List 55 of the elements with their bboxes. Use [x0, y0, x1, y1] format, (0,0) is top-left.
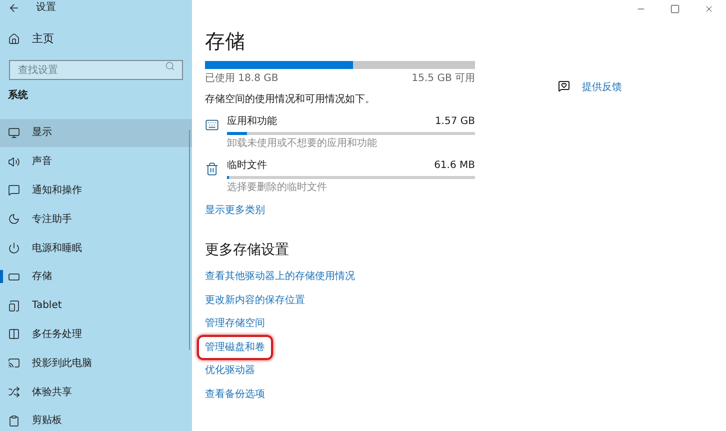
monitor-icon	[8, 126, 20, 139]
moon-icon	[8, 213, 20, 226]
show-more-link[interactable]: 显示更多类别	[205, 203, 488, 218]
nav-item[interactable]: 电源和睡眠	[0, 234, 192, 262]
search-field[interactable]: 查找设置	[9, 60, 183, 80]
back-icon[interactable]	[8, 2, 20, 14]
free-label: 15.5 GB 可用	[412, 72, 475, 86]
settings-link[interactable]: 管理存储空间	[205, 316, 265, 332]
feedback-icon	[558, 80, 570, 92]
clipboard-icon	[8, 414, 20, 427]
close-icon	[704, 4, 714, 14]
window-title: 设置	[36, 0, 56, 15]
category-hint: 卸载未使用或不想要的应用和功能	[227, 136, 378, 151]
nav-item[interactable]: Tablet	[0, 291, 192, 320]
category-size: 61.6 MB	[434, 159, 475, 173]
home-icon	[8, 33, 20, 46]
page-title: 存储	[205, 28, 246, 54]
nav-item[interactable]: 显示	[0, 118, 192, 148]
maximize-icon	[670, 4, 680, 14]
settings-link[interactable]: 查看备份选项	[205, 386, 265, 402]
settings-link[interactable]: 管理磁盘和卷	[197, 334, 273, 360]
description: 存储空间的使用情况和可用情况如下。	[205, 92, 376, 107]
speaker-icon	[8, 156, 20, 168]
used-label: 已使用 18.8 GB	[205, 72, 278, 86]
tablet-icon	[8, 300, 20, 312]
nav-item[interactable]: 专注助手	[0, 204, 192, 234]
rectangle-icon	[8, 270, 20, 283]
settings-link[interactable]: 查看其他驱动器上的存储使用情况	[205, 269, 355, 284]
settings-link[interactable]: 更改新内容的保存位置	[205, 292, 305, 308]
nav-item[interactable]: 剪贴板	[0, 406, 192, 431]
nav-item[interactable]: 存储	[0, 262, 192, 292]
category-size: 1.57 GB	[434, 115, 475, 129]
search-icon	[165, 60, 175, 70]
feedback-link[interactable]: 提供反馈	[582, 80, 622, 95]
shuffle-icon	[8, 386, 20, 398]
power-icon	[8, 242, 20, 254]
message-icon	[8, 184, 20, 196]
columns-icon	[8, 328, 20, 340]
category-item[interactable]: 临时文件 61.6 MB 选择要删除的临时文件	[205, 158, 475, 195]
section-heading: 系统	[7, 88, 29, 102]
nav-item[interactable]: 投影到此电脑	[0, 348, 192, 378]
cast-icon	[8, 357, 20, 370]
settings-link[interactable]: 优化驱动器	[205, 363, 255, 378]
trash-icon	[205, 162, 219, 176]
category-hint: 选择要删除的临时文件	[227, 180, 328, 195]
nav-item[interactable]: 通知和操作	[0, 176, 192, 205]
nav-item[interactable]: 多任务处理	[0, 320, 192, 349]
category-name: 应用和功能	[227, 114, 277, 129]
keyboard-icon	[205, 118, 219, 132]
nav-item[interactable]: 声音	[0, 147, 192, 176]
nav-item[interactable]: 体验共享	[0, 378, 192, 406]
category-item[interactable]: 应用和功能 1.57 GB 卸载未使用或不想要的应用和功能	[205, 114, 475, 151]
home-item[interactable]: 主页	[0, 31, 192, 48]
category-name: 临时文件	[227, 158, 267, 173]
section-heading: 更多存储设置	[205, 241, 290, 260]
